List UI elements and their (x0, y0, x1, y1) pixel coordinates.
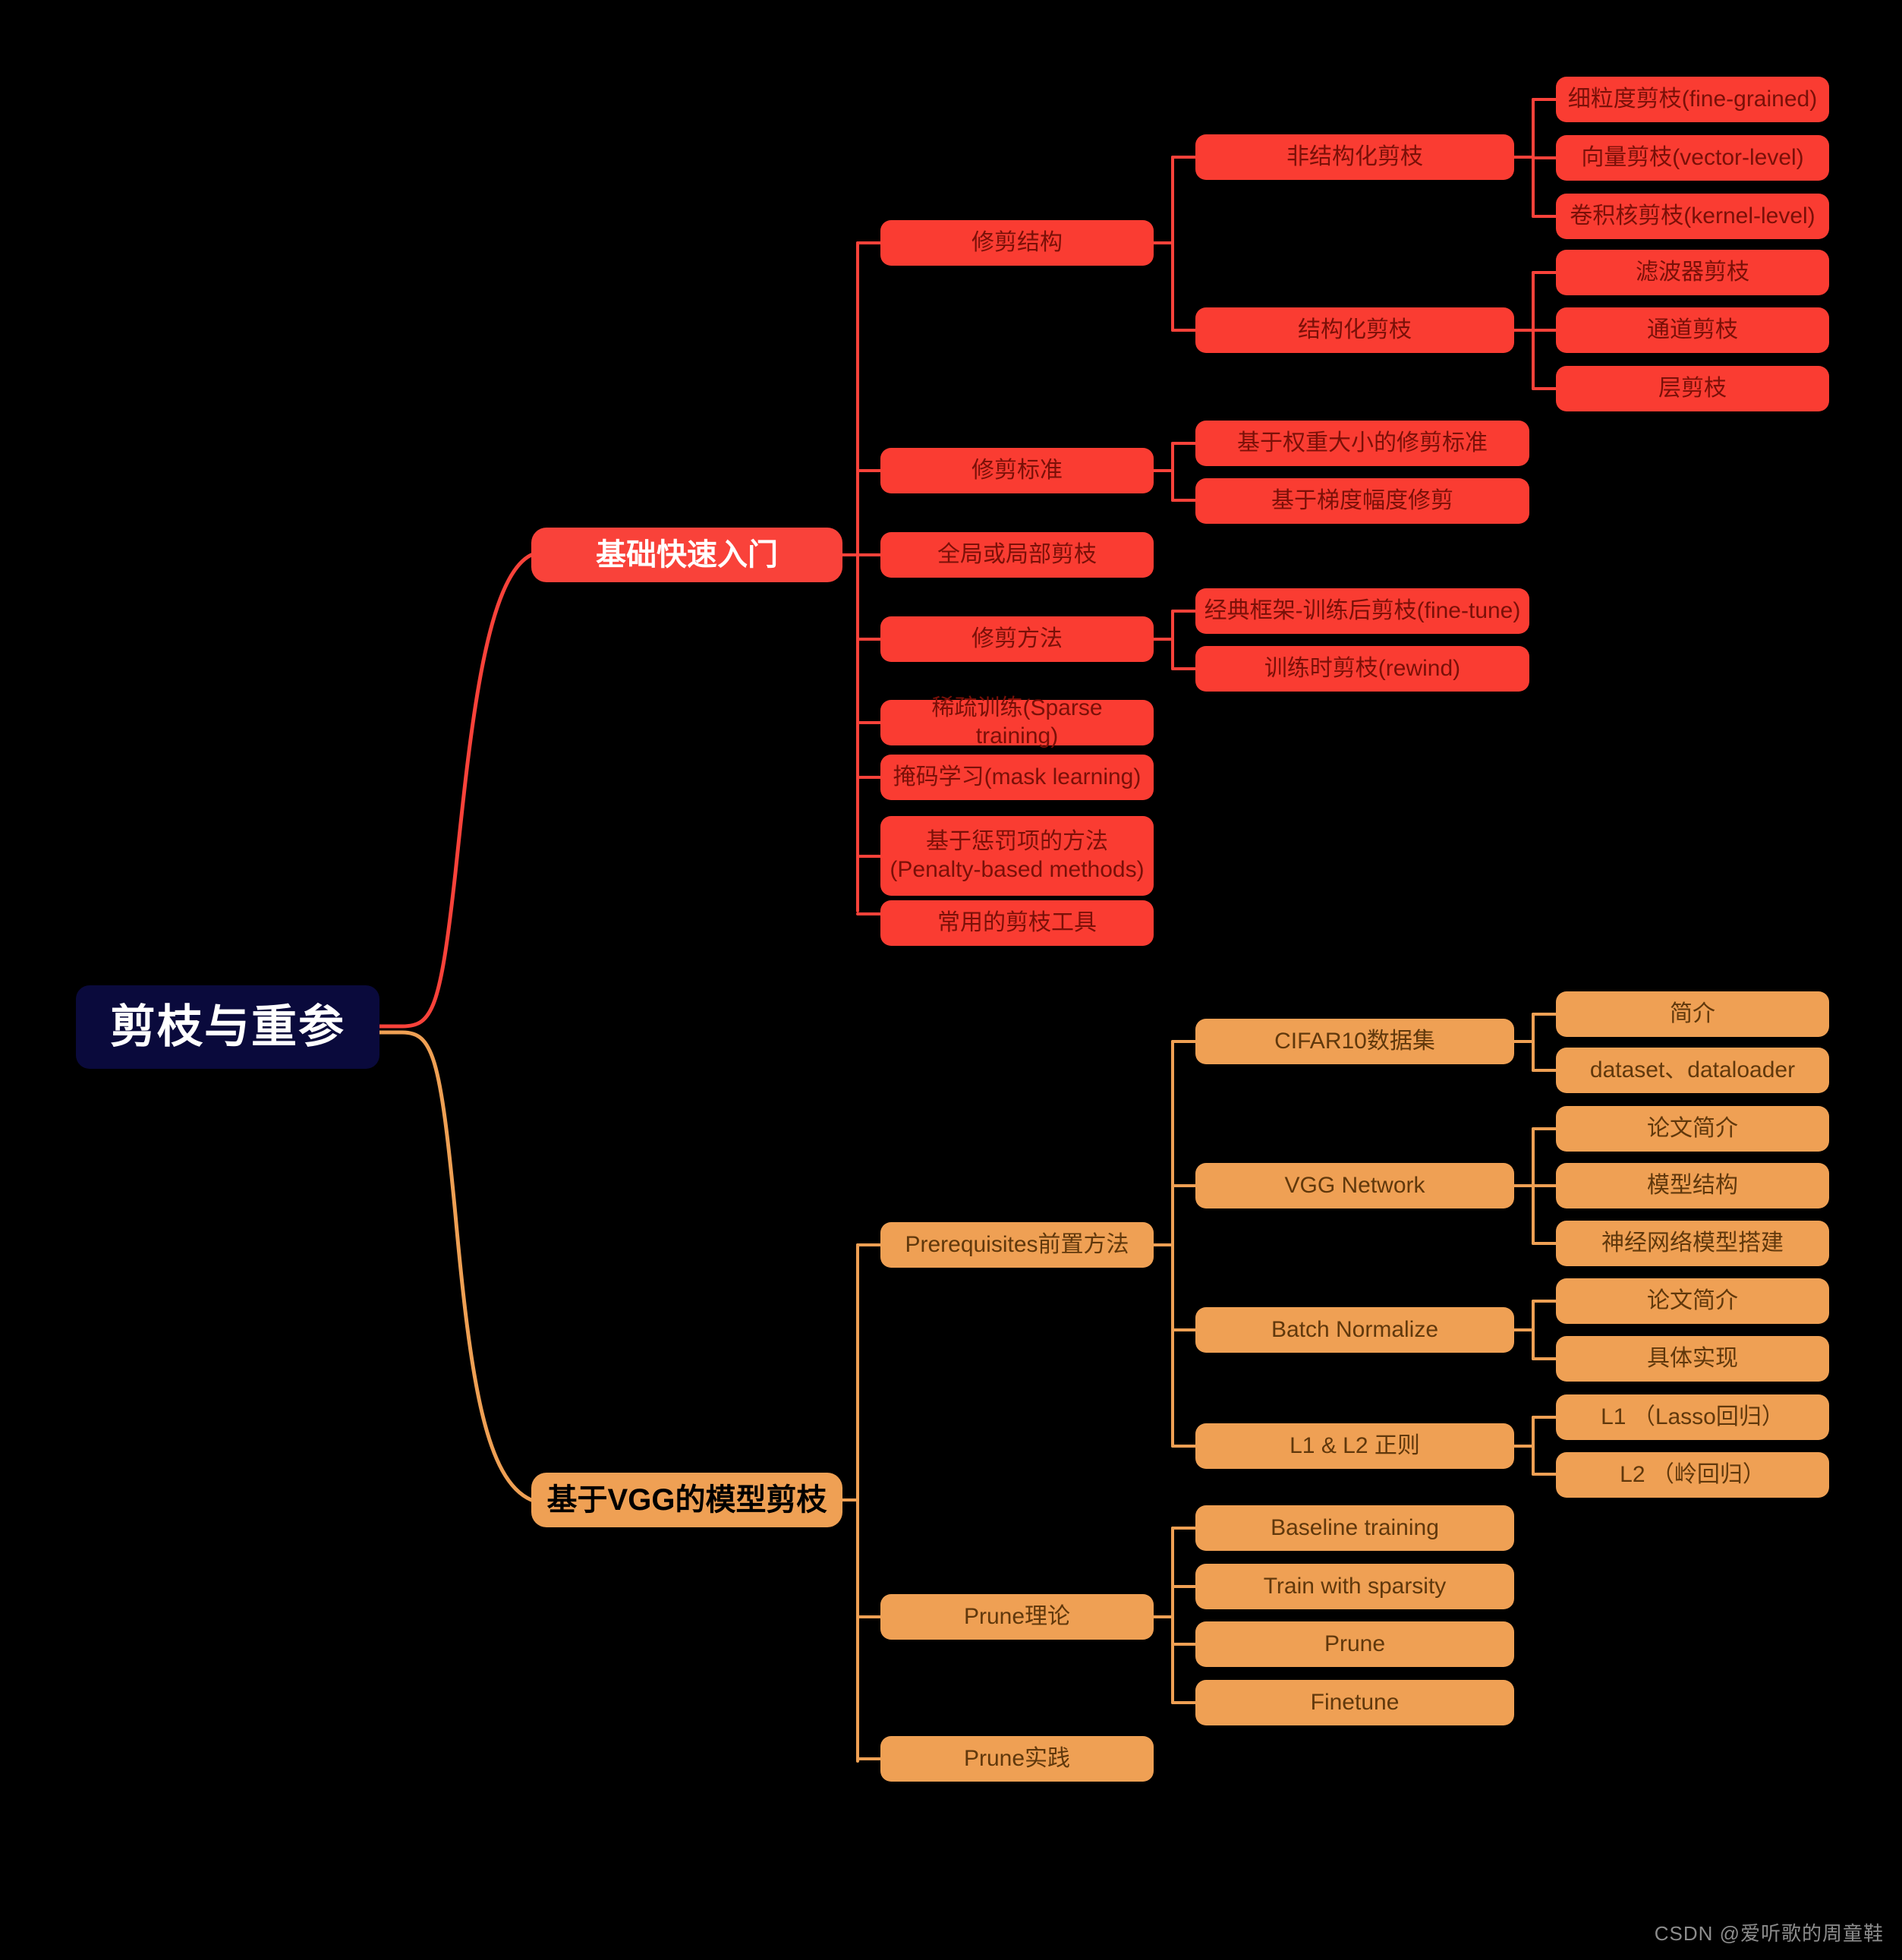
node-fine-grained[interactable]: 细粒度剪枝(fine-grained) (1556, 77, 1829, 122)
node-label: 修剪结构 (971, 229, 1063, 255)
node-common-pruning-tools[interactable]: 常用的剪枝工具 (880, 900, 1154, 946)
node-prune-practice[interactable]: Prune实践 (880, 1736, 1154, 1782)
root-node[interactable]: 剪枝与重参 (76, 985, 379, 1069)
node-label: 滤波器剪枝 (1636, 259, 1749, 285)
node-finetune[interactable]: Finetune (1195, 1680, 1514, 1725)
node-kernel-level[interactable]: 卷积核剪枝(kernel-level) (1556, 194, 1829, 239)
node-label: 结构化剪枝 (1298, 317, 1412, 342)
node-vgg-paper-intro[interactable]: 论文简介 (1556, 1106, 1829, 1152)
node-l1-lasso[interactable]: L1 （Lasso回归） (1556, 1394, 1829, 1440)
node-label: 层剪枝 (1658, 375, 1727, 401)
node-bn-implementation[interactable]: 具体实现 (1556, 1336, 1829, 1382)
node-label: 神经网络模型搭建 (1601, 1230, 1784, 1256)
node-label: 非结构化剪枝 (1286, 143, 1423, 169)
node-label: dataset、dataloader (1589, 1057, 1796, 1082)
node-prune[interactable]: Prune (1195, 1621, 1514, 1667)
node-batch-normalize[interactable]: Batch Normalize (1195, 1307, 1514, 1353)
node-mask-learning[interactable]: 掩码学习(mask learning) (880, 755, 1154, 800)
node-cifar10-dataset[interactable]: CIFAR10数据集 (1195, 1019, 1514, 1064)
node-label: 基于惩罚项的方法 (Penalty-based methods) (890, 828, 1145, 882)
node-label: Prune理论 (963, 1603, 1071, 1629)
node-label: Finetune (1310, 1689, 1400, 1715)
node-label: 简介 (1670, 1000, 1715, 1026)
node-vgg-network[interactable]: VGG Network (1195, 1163, 1514, 1208)
node-vgg-model-structure[interactable]: 模型结构 (1556, 1163, 1829, 1208)
node-label: Baseline training (1271, 1514, 1439, 1540)
branch-label: 基础快速入门 (596, 537, 778, 572)
node-filter-pruning[interactable]: 滤波器剪枝 (1556, 250, 1829, 295)
node-label: 论文简介 (1647, 1115, 1738, 1141)
node-label: 卷积核剪枝(kernel-level) (1570, 203, 1815, 228)
node-label: Prune (1324, 1631, 1386, 1656)
branch-node-basics[interactable]: 基础快速入门 (531, 528, 842, 582)
node-global-or-local-pruning[interactable]: 全局或局部剪枝 (880, 532, 1154, 578)
node-vector-level[interactable]: 向量剪枝(vector-level) (1556, 135, 1829, 181)
node-label: 细粒度剪枝(fine-grained) (1567, 86, 1818, 112)
node-label: 常用的剪枝工具 (937, 909, 1097, 935)
node-label: Prerequisites前置方法 (905, 1231, 1129, 1257)
node-weight-magnitude-criterion[interactable]: 基于权重大小的修剪标准 (1195, 421, 1529, 466)
node-label: 通道剪枝 (1647, 317, 1738, 342)
node-pruning-structure[interactable]: 修剪结构 (880, 220, 1154, 266)
node-label: 向量剪枝(vector-level) (1581, 144, 1804, 170)
node-label: 稀疏训练(Sparse training) (931, 695, 1103, 748)
node-dataset-dataloader[interactable]: dataset、dataloader (1556, 1048, 1829, 1093)
node-label: 基于梯度幅度修剪 (1271, 487, 1453, 513)
node-label: 全局或局部剪枝 (937, 541, 1097, 567)
node-label: L2 （岭回归） (1620, 1461, 1765, 1487)
node-label: 具体实现 (1647, 1345, 1738, 1371)
watermark: CSDN @爱听歌的周童鞋 (1654, 1922, 1884, 1945)
node-label: 修剪方法 (971, 625, 1063, 651)
node-bn-paper-intro[interactable]: 论文简介 (1556, 1278, 1829, 1324)
node-sparse-training[interactable]: 稀疏训练(Sparse training) (880, 695, 1154, 748)
node-label: Train with sparsity (1263, 1573, 1447, 1599)
node-label: VGG Network (1284, 1172, 1425, 1198)
node-label: 训练时剪枝(rewind) (1264, 655, 1461, 681)
node-nn-model-build[interactable]: 神经网络模型搭建 (1556, 1221, 1829, 1266)
node-label: 经典框架-训练后剪枝(fine-tune) (1204, 597, 1521, 623)
node-l1-l2-regularization[interactable]: L1 & L2 正则 (1195, 1423, 1514, 1469)
node-label: L1 （Lasso回归） (1601, 1404, 1784, 1429)
node-prerequisites[interactable]: Prerequisites前置方法 (880, 1222, 1154, 1268)
node-during-training-pruning[interactable]: 训练时剪枝(rewind) (1195, 646, 1529, 692)
node-label: CIFAR10数据集 (1274, 1028, 1435, 1054)
node-label: Batch Normalize (1271, 1316, 1439, 1342)
node-unstructured-pruning[interactable]: 非结构化剪枝 (1195, 134, 1514, 180)
node-label: 基于权重大小的修剪标准 (1237, 430, 1488, 455)
node-label: 修剪标准 (971, 457, 1063, 483)
node-layer-pruning[interactable]: 层剪枝 (1556, 366, 1829, 411)
mindmap-canvas: 剪枝与重参 基础快速入门 修剪结构 非结构化剪枝 细粒度剪枝(fine-grai… (0, 0, 1902, 1960)
node-cifar10-intro[interactable]: 简介 (1556, 991, 1829, 1037)
branch-node-vgg-pruning[interactable]: 基于VGG的模型剪枝 (531, 1473, 842, 1527)
node-label: 掩码学习(mask learning) (893, 764, 1142, 789)
node-post-training-pruning[interactable]: 经典框架-训练后剪枝(fine-tune) (1195, 588, 1529, 634)
node-structured-pruning[interactable]: 结构化剪枝 (1195, 307, 1514, 353)
node-train-with-sparsity[interactable]: Train with sparsity (1195, 1564, 1514, 1609)
node-pruning-methods[interactable]: 修剪方法 (880, 616, 1154, 662)
node-label: 模型结构 (1647, 1172, 1738, 1198)
node-label: 论文简介 (1647, 1287, 1738, 1313)
node-label: Prune实践 (963, 1745, 1071, 1771)
node-l2-ridge[interactable]: L2 （岭回归） (1556, 1452, 1829, 1498)
node-gradient-magnitude-criterion[interactable]: 基于梯度幅度修剪 (1195, 478, 1529, 524)
node-prune-theory[interactable]: Prune理论 (880, 1594, 1154, 1640)
node-label: L1 & L2 正则 (1290, 1432, 1420, 1458)
node-pruning-criteria[interactable]: 修剪标准 (880, 448, 1154, 493)
root-label: 剪枝与重参 (110, 1001, 345, 1053)
branch-label: 基于VGG的模型剪枝 (546, 1483, 827, 1517)
node-penalty-based-methods[interactable]: 基于惩罚项的方法 (Penalty-based methods) (880, 816, 1154, 896)
node-baseline-training[interactable]: Baseline training (1195, 1505, 1514, 1551)
node-channel-pruning[interactable]: 通道剪枝 (1556, 307, 1829, 353)
